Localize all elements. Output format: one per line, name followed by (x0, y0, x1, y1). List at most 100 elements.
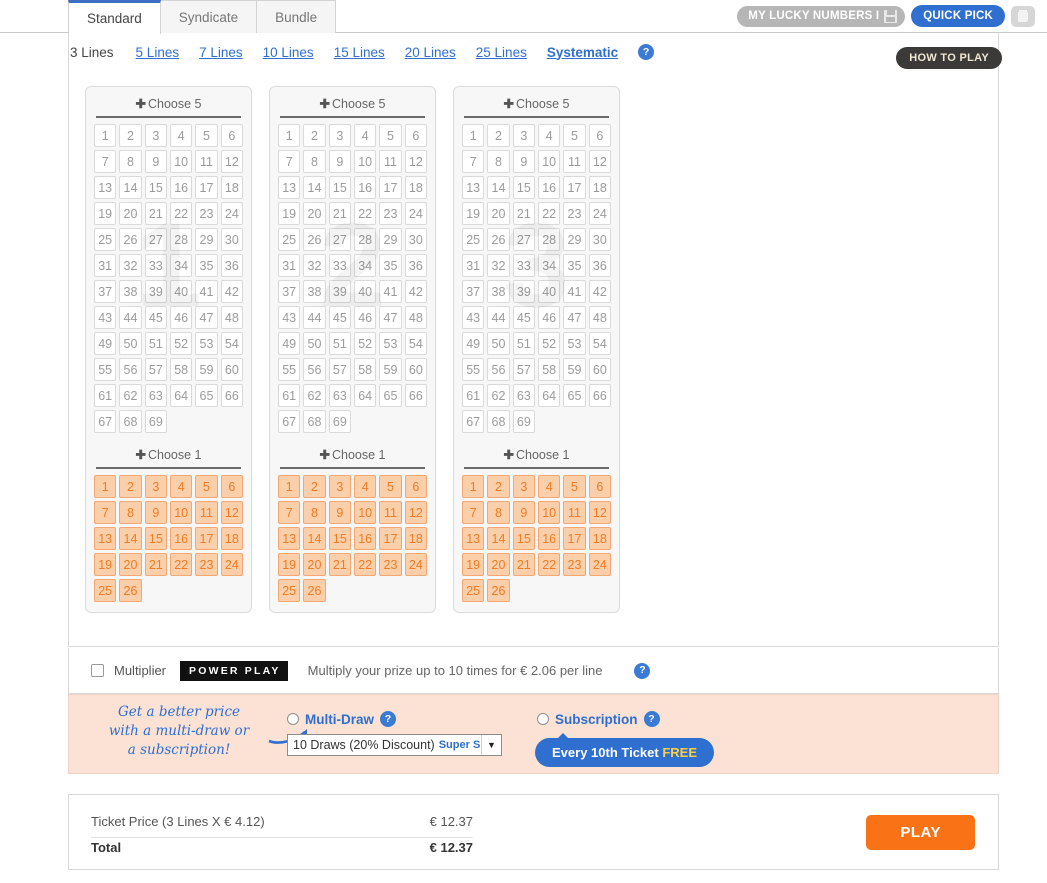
number-cell[interactable]: 21 (144, 202, 167, 225)
number-cell[interactable]: 65 (195, 384, 218, 407)
number-cell[interactable]: 39 (512, 280, 535, 303)
number-cell[interactable]: 18 (220, 176, 243, 199)
number-cell[interactable]: 19 (278, 202, 301, 225)
bonus-number-cell[interactable]: 19 (94, 553, 117, 576)
multiplier-help-icon[interactable]: ? (634, 662, 651, 679)
bonus-number-cell[interactable]: 24 (588, 553, 611, 576)
number-cell[interactable]: 24 (220, 202, 243, 225)
number-cell[interactable]: 2 (119, 124, 142, 147)
number-cell[interactable]: 37 (462, 280, 485, 303)
number-cell[interactable]: 57 (512, 358, 535, 381)
how-to-play-button[interactable]: HOW TO PLAY (896, 47, 1002, 69)
bonus-number-cell[interactable]: 20 (303, 553, 326, 576)
bonus-number-cell[interactable]: 16 (170, 527, 193, 550)
number-cell[interactable]: 68 (487, 410, 510, 433)
bonus-number-cell[interactable]: 11 (563, 501, 586, 524)
multi-draw-radio[interactable] (287, 713, 299, 725)
bonus-number-cell[interactable]: 1 (94, 475, 117, 498)
bonus-number-cell[interactable]: 14 (119, 527, 142, 550)
number-cell[interactable]: 66 (588, 384, 611, 407)
number-cell[interactable]: 40 (538, 280, 561, 303)
panel-3-main-header[interactable]: ✚ Choose 5 (464, 94, 609, 118)
number-cell[interactable]: 32 (303, 254, 326, 277)
quick-pick-button[interactable]: QUICK PICK (911, 5, 1005, 27)
number-cell[interactable]: 25 (278, 228, 301, 251)
bonus-number-cell[interactable]: 15 (328, 527, 351, 550)
number-cell[interactable]: 60 (588, 358, 611, 381)
number-cell[interactable]: 68 (119, 410, 142, 433)
bonus-number-cell[interactable]: 4 (538, 475, 561, 498)
number-cell[interactable]: 56 (303, 358, 326, 381)
number-cell[interactable]: 45 (328, 306, 351, 329)
bonus-number-cell[interactable]: 9 (512, 501, 535, 524)
bonus-number-cell[interactable]: 23 (195, 553, 218, 576)
bonus-number-cell[interactable]: 25 (94, 579, 117, 602)
number-cell[interactable]: 59 (563, 358, 586, 381)
number-cell[interactable]: 64 (538, 384, 561, 407)
number-cell[interactable]: 16 (170, 176, 193, 199)
bonus-number-cell[interactable]: 3 (328, 475, 351, 498)
number-cell[interactable]: 69 (512, 410, 535, 433)
number-cell[interactable]: 48 (588, 306, 611, 329)
number-cell[interactable]: 27 (328, 228, 351, 251)
number-cell[interactable]: 44 (303, 306, 326, 329)
number-cell[interactable]: 22 (538, 202, 561, 225)
number-cell[interactable]: 27 (144, 228, 167, 251)
number-cell[interactable]: 13 (94, 176, 117, 199)
number-cell[interactable]: 31 (94, 254, 117, 277)
bonus-number-cell[interactable]: 8 (303, 501, 326, 524)
number-cell[interactable]: 51 (512, 332, 535, 355)
bonus-number-cell[interactable]: 16 (538, 527, 561, 550)
bonus-number-cell[interactable]: 22 (538, 553, 561, 576)
bonus-number-cell[interactable]: 25 (462, 579, 485, 602)
number-cell[interactable]: 52 (538, 332, 561, 355)
number-cell[interactable]: 9 (144, 150, 167, 173)
bonus-number-cell[interactable]: 17 (379, 527, 402, 550)
number-cell[interactable]: 39 (328, 280, 351, 303)
play-button[interactable]: PLAY (866, 815, 975, 850)
number-cell[interactable]: 15 (512, 176, 535, 199)
number-cell[interactable]: 37 (278, 280, 301, 303)
number-cell[interactable]: 11 (379, 150, 402, 173)
number-cell[interactable]: 42 (220, 280, 243, 303)
number-cell[interactable]: 10 (538, 150, 561, 173)
lines-option-5[interactable]: 5 Lines (136, 45, 180, 60)
number-cell[interactable]: 6 (588, 124, 611, 147)
bonus-number-cell[interactable]: 19 (462, 553, 485, 576)
number-cell[interactable]: 35 (195, 254, 218, 277)
number-cell[interactable]: 67 (278, 410, 301, 433)
bonus-number-cell[interactable]: 12 (588, 501, 611, 524)
number-cell[interactable]: 14 (119, 176, 142, 199)
number-cell[interactable]: 43 (94, 306, 117, 329)
number-cell[interactable]: 41 (379, 280, 402, 303)
number-cell[interactable]: 9 (328, 150, 351, 173)
number-cell[interactable]: 44 (119, 306, 142, 329)
number-cell[interactable]: 20 (487, 202, 510, 225)
number-cell[interactable]: 19 (462, 202, 485, 225)
bonus-number-cell[interactable]: 14 (487, 527, 510, 550)
bonus-number-cell[interactable]: 13 (94, 527, 117, 550)
number-cell[interactable]: 58 (538, 358, 561, 381)
bonus-number-cell[interactable]: 21 (512, 553, 535, 576)
number-cell[interactable]: 49 (278, 332, 301, 355)
number-cell[interactable]: 45 (512, 306, 535, 329)
number-cell[interactable]: 8 (303, 150, 326, 173)
tab-standard[interactable]: Standard (68, 0, 161, 34)
lines-option-15[interactable]: 15 Lines (334, 45, 385, 60)
number-cell[interactable]: 12 (404, 150, 427, 173)
number-cell[interactable]: 46 (538, 306, 561, 329)
number-cell[interactable]: 9 (512, 150, 535, 173)
number-cell[interactable]: 64 (354, 384, 377, 407)
bonus-number-cell[interactable]: 20 (487, 553, 510, 576)
number-cell[interactable]: 17 (563, 176, 586, 199)
bonus-number-cell[interactable]: 12 (220, 501, 243, 524)
number-cell[interactable]: 57 (144, 358, 167, 381)
bonus-number-cell[interactable]: 18 (404, 527, 427, 550)
number-cell[interactable]: 51 (144, 332, 167, 355)
number-cell[interactable]: 24 (404, 202, 427, 225)
number-cell[interactable]: 23 (195, 202, 218, 225)
number-cell[interactable]: 8 (487, 150, 510, 173)
number-cell[interactable]: 57 (328, 358, 351, 381)
bonus-number-cell[interactable]: 3 (512, 475, 535, 498)
bonus-number-cell[interactable]: 26 (487, 579, 510, 602)
